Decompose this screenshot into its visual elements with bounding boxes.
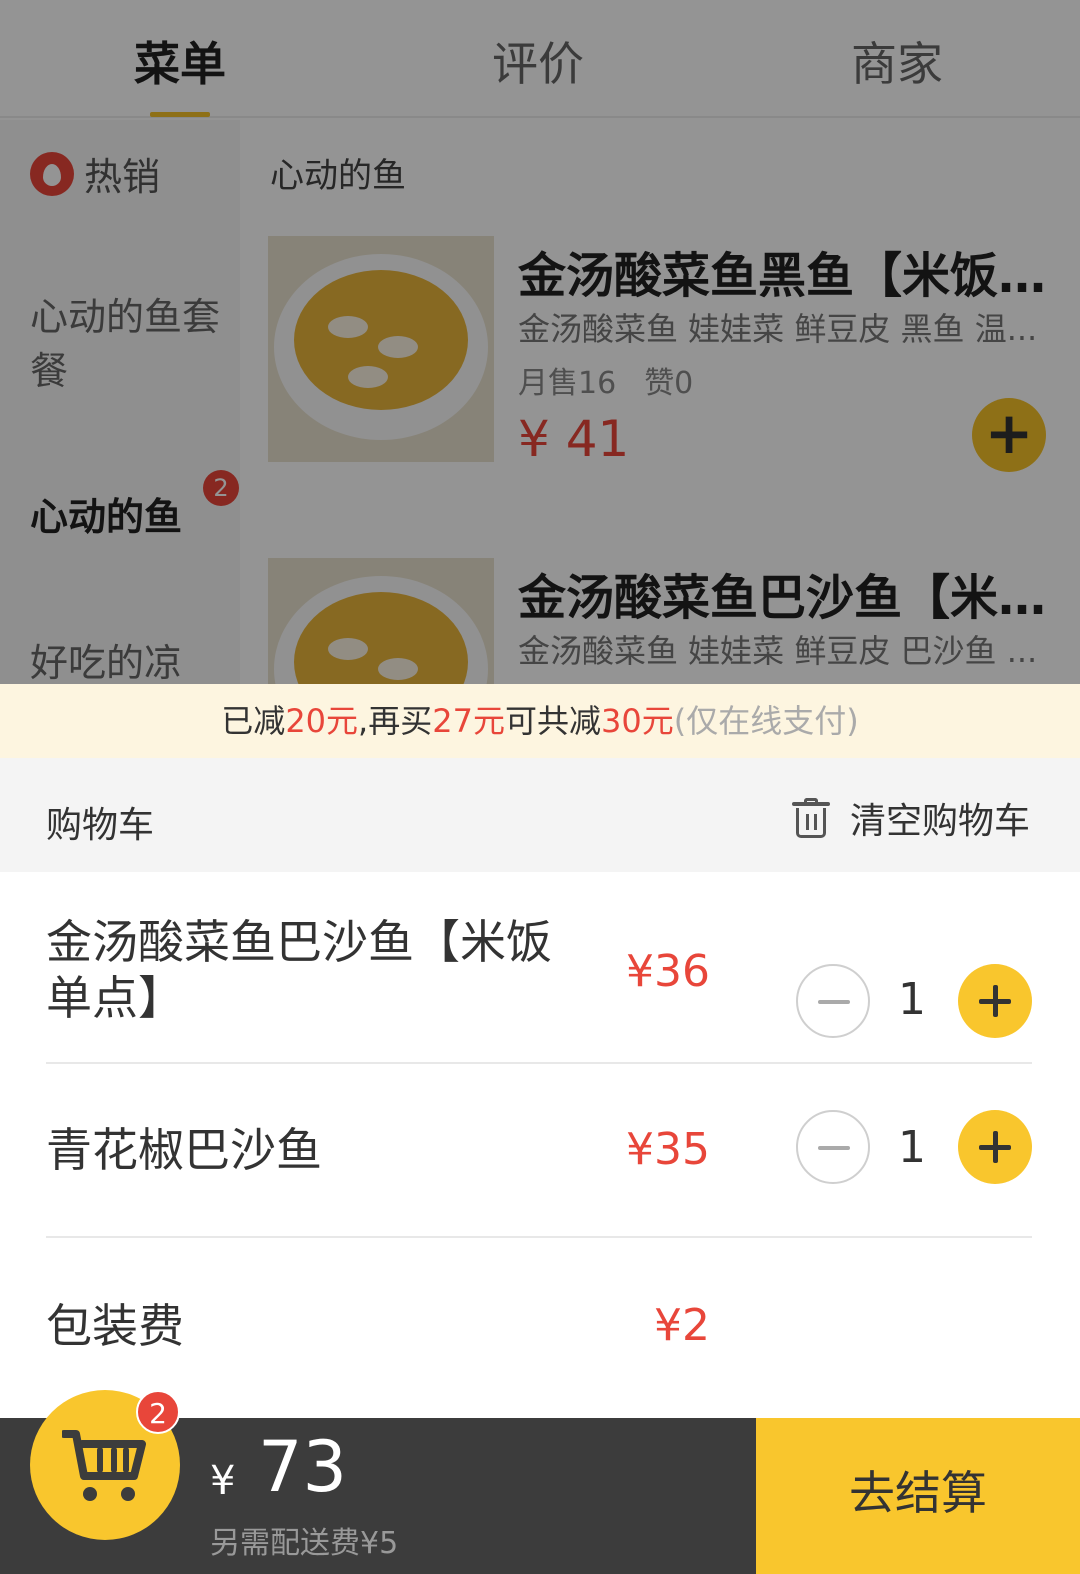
decrease-quantity-button[interactable] — [796, 1110, 870, 1184]
discount-mid: ,再买 — [358, 702, 433, 740]
currency-symbol: ¥ — [210, 1458, 236, 1504]
cart-header: 购物车 清空购物车 — [0, 758, 1080, 872]
delivery-fee-note: 另需配送费¥5 — [210, 1526, 399, 1561]
cart-item-name: 青花椒巴沙鱼 — [46, 1123, 322, 1177]
packaging-fee-label: 包装费 — [46, 1299, 184, 1353]
discount-banner: 已减20元,再买27元可共减30元(仅在线支付) — [0, 684, 1080, 758]
dim-overlay[interactable] — [0, 0, 1080, 690]
discount-more: 27元 — [432, 702, 505, 740]
cart-title: 购物车 — [46, 805, 155, 846]
cart-item-quantity: 1 — [898, 1122, 926, 1173]
divider — [46, 1062, 1032, 1064]
cart-item: 青花椒巴沙鱼 ¥35 1 — [46, 1110, 1032, 1190]
cart-item: 金汤酸菜鱼巴沙鱼【米饭单点】 ¥36 1 — [46, 910, 1032, 1038]
decrease-quantity-button[interactable] — [796, 964, 870, 1038]
discount-mid2: 可共减 — [504, 702, 601, 740]
discount-reduced: 20元 — [285, 702, 359, 740]
packaging-fee-price: ¥2 — [654, 1300, 710, 1351]
packaging-fee-row: 包装费 ¥2 — [46, 1292, 1032, 1362]
cart-total: 73 — [258, 1426, 348, 1508]
divider — [46, 1236, 1032, 1238]
cart-item-list: 金汤酸菜鱼巴沙鱼【米饭单点】 ¥36 1 青花椒巴沙鱼 ¥35 1 包装费 ¥2 — [0, 872, 1080, 1422]
cart-item-quantity: 1 — [898, 974, 926, 1025]
cart-item-price: ¥35 — [626, 1124, 710, 1175]
discount-note: (仅在线支付) — [673, 702, 859, 740]
clear-cart-button[interactable]: 清空购物车 — [791, 792, 1030, 844]
increase-quantity-button[interactable] — [958, 1110, 1032, 1184]
cart-item-price: ¥36 — [626, 946, 710, 997]
trash-icon — [791, 798, 830, 838]
checkout-button[interactable]: 去结算 — [756, 1418, 1080, 1574]
cart-item-name: 金汤酸菜鱼巴沙鱼【米饭单点】 — [46, 915, 552, 1025]
menu-page: 菜单 评价 商家 热销 心动的鱼套餐 心动的鱼 2 好吃的凉 心动的鱼 金汤酸菜… — [0, 0, 1080, 690]
discount-total: 30元 — [600, 702, 674, 740]
shopping-cart-icon — [62, 1430, 146, 1501]
cart-count-badge: 2 — [136, 1390, 180, 1434]
discount-prefix: 已减 — [221, 702, 286, 740]
increase-quantity-button[interactable] — [958, 964, 1032, 1038]
clear-cart-label: 清空购物车 — [849, 801, 1030, 842]
